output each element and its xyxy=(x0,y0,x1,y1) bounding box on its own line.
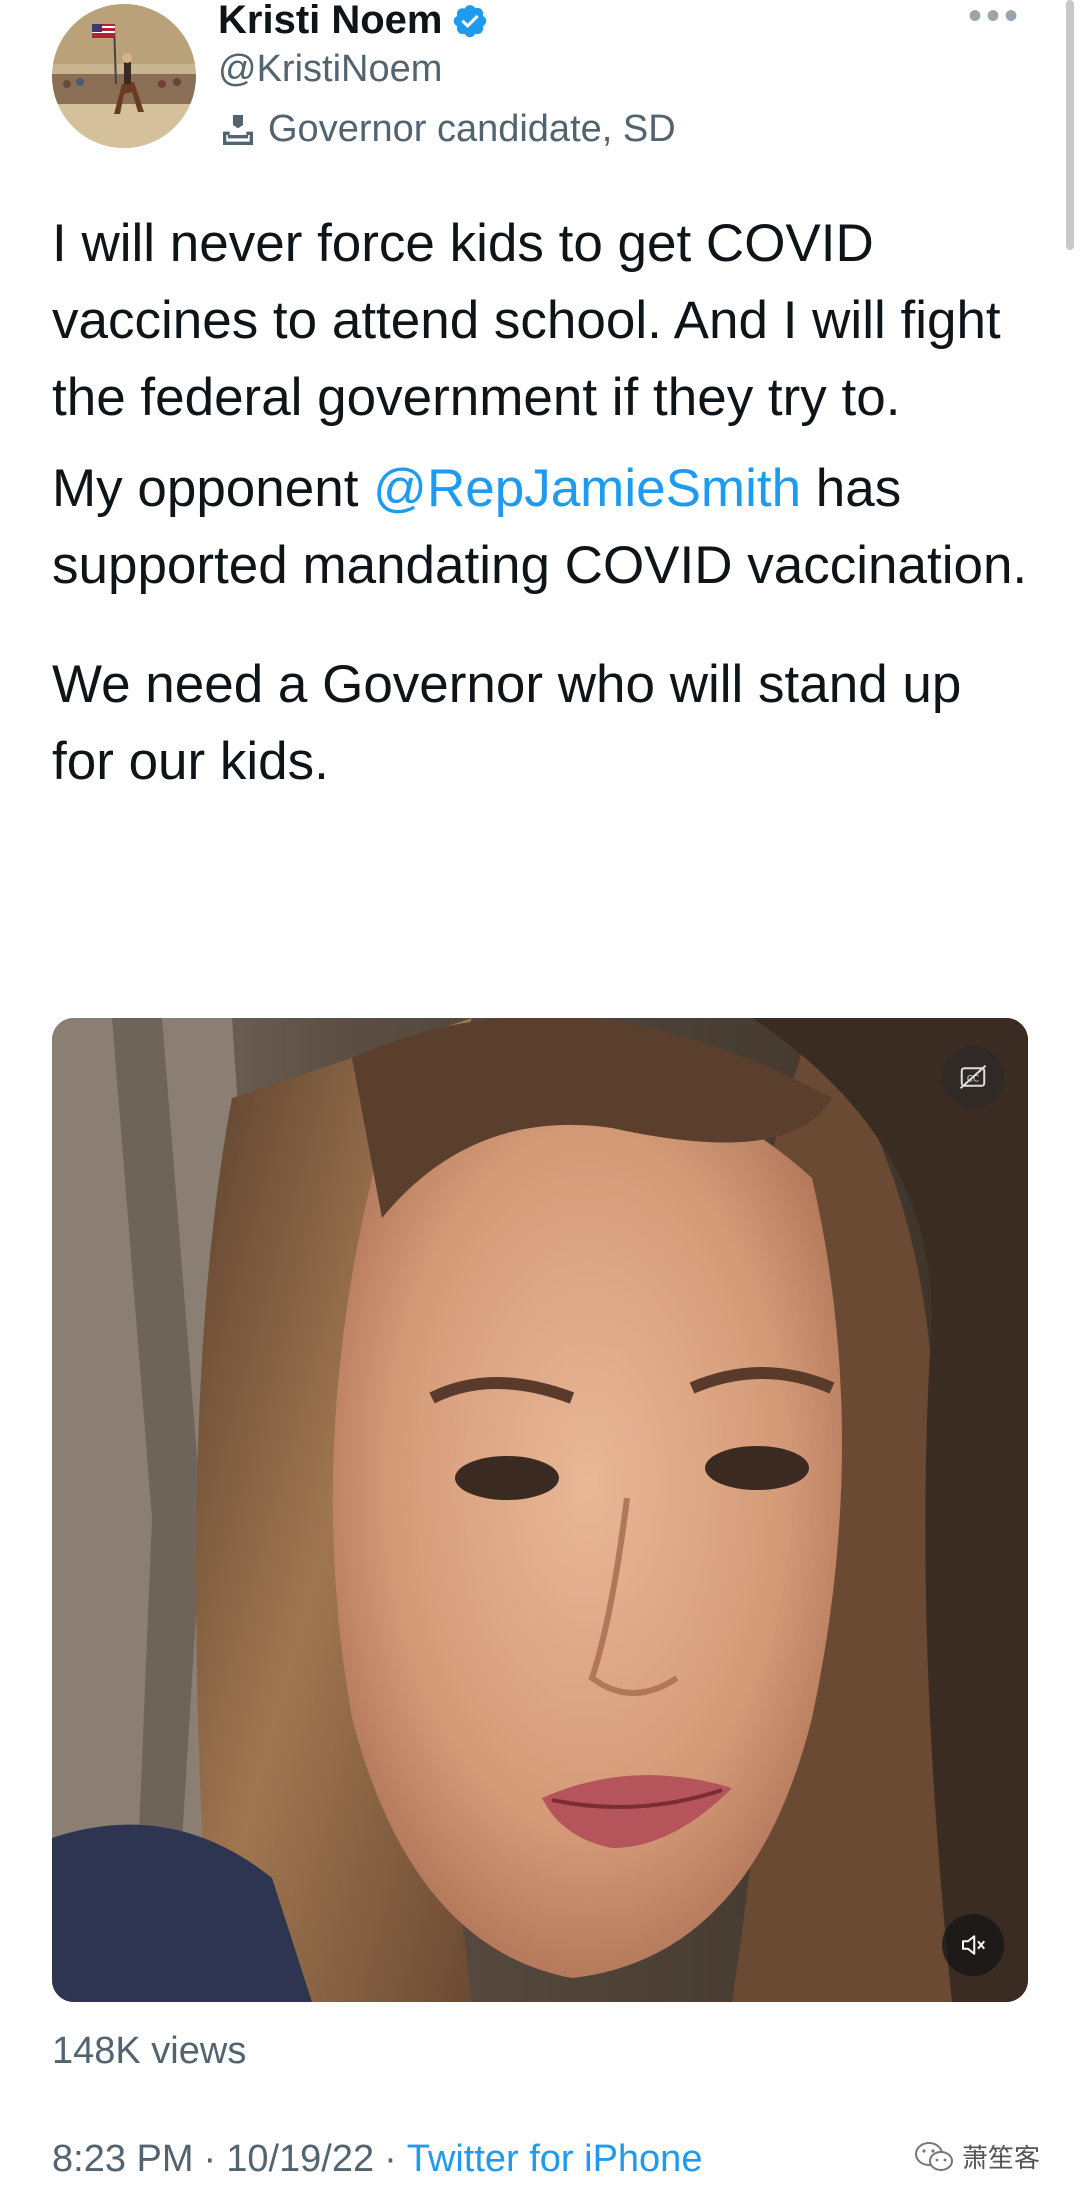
more-options-button[interactable]: ••• xyxy=(968,0,1022,36)
watermark: 萧笙客 xyxy=(914,2138,1040,2175)
tweet-date[interactable]: 10/19/22 xyxy=(226,2138,374,2181)
avatar-image xyxy=(52,4,196,148)
meta-separator: · xyxy=(203,2138,217,2180)
captions-button[interactable]: CC xyxy=(942,1046,1004,1108)
author-name-row[interactable]: Kristi Noem xyxy=(218,0,489,43)
video-player[interactable]: CC xyxy=(52,1018,1028,2002)
tweet-paragraph-1: I will never force kids to get COVID vac… xyxy=(52,214,1001,427)
video-frame xyxy=(52,1018,1028,2002)
tweet-paragraph-2: My opponent @RepJamieSmith has supported… xyxy=(52,450,1032,604)
mute-button[interactable] xyxy=(942,1914,1004,1976)
tweet-paragraph-2-start: My opponent xyxy=(52,459,374,518)
mention-link[interactable]: @RepJamieSmith xyxy=(373,459,801,518)
ballot-box-icon xyxy=(223,114,253,145)
more-icon: ••• xyxy=(967,0,1022,38)
tweet-text: I will never force kids to get COVID vac… xyxy=(52,205,1032,800)
author-handle[interactable]: @KristiNoem xyxy=(218,48,442,91)
tweet-meta: 8:23 PM · 10/19/22 · Twitter for iPhone xyxy=(52,2138,702,2181)
avatar[interactable] xyxy=(52,4,196,148)
scrollbar[interactable] xyxy=(1066,0,1074,250)
affiliation-label: Governor candidate, SD xyxy=(218,108,676,151)
tweet-source-link[interactable]: Twitter for iPhone xyxy=(407,2138,703,2181)
wechat-icon xyxy=(914,2141,953,2171)
meta-separator: · xyxy=(384,2138,397,2180)
tweet-time[interactable]: 8:23 PM xyxy=(52,2138,194,2181)
closed-captions-icon: CC xyxy=(959,1065,987,1089)
affiliation-text: Governor candidate, SD xyxy=(268,108,676,150)
author-display-name[interactable]: Kristi Noem xyxy=(218,0,443,43)
muted-speaker-icon xyxy=(962,1935,986,1955)
tweet-paragraph-3: We need a Governor who will stand up for… xyxy=(52,655,962,791)
verified-badge-icon xyxy=(453,4,486,37)
watermark-text: 萧笙客 xyxy=(961,2143,1040,2173)
view-count: 148K views xyxy=(52,2030,247,2072)
